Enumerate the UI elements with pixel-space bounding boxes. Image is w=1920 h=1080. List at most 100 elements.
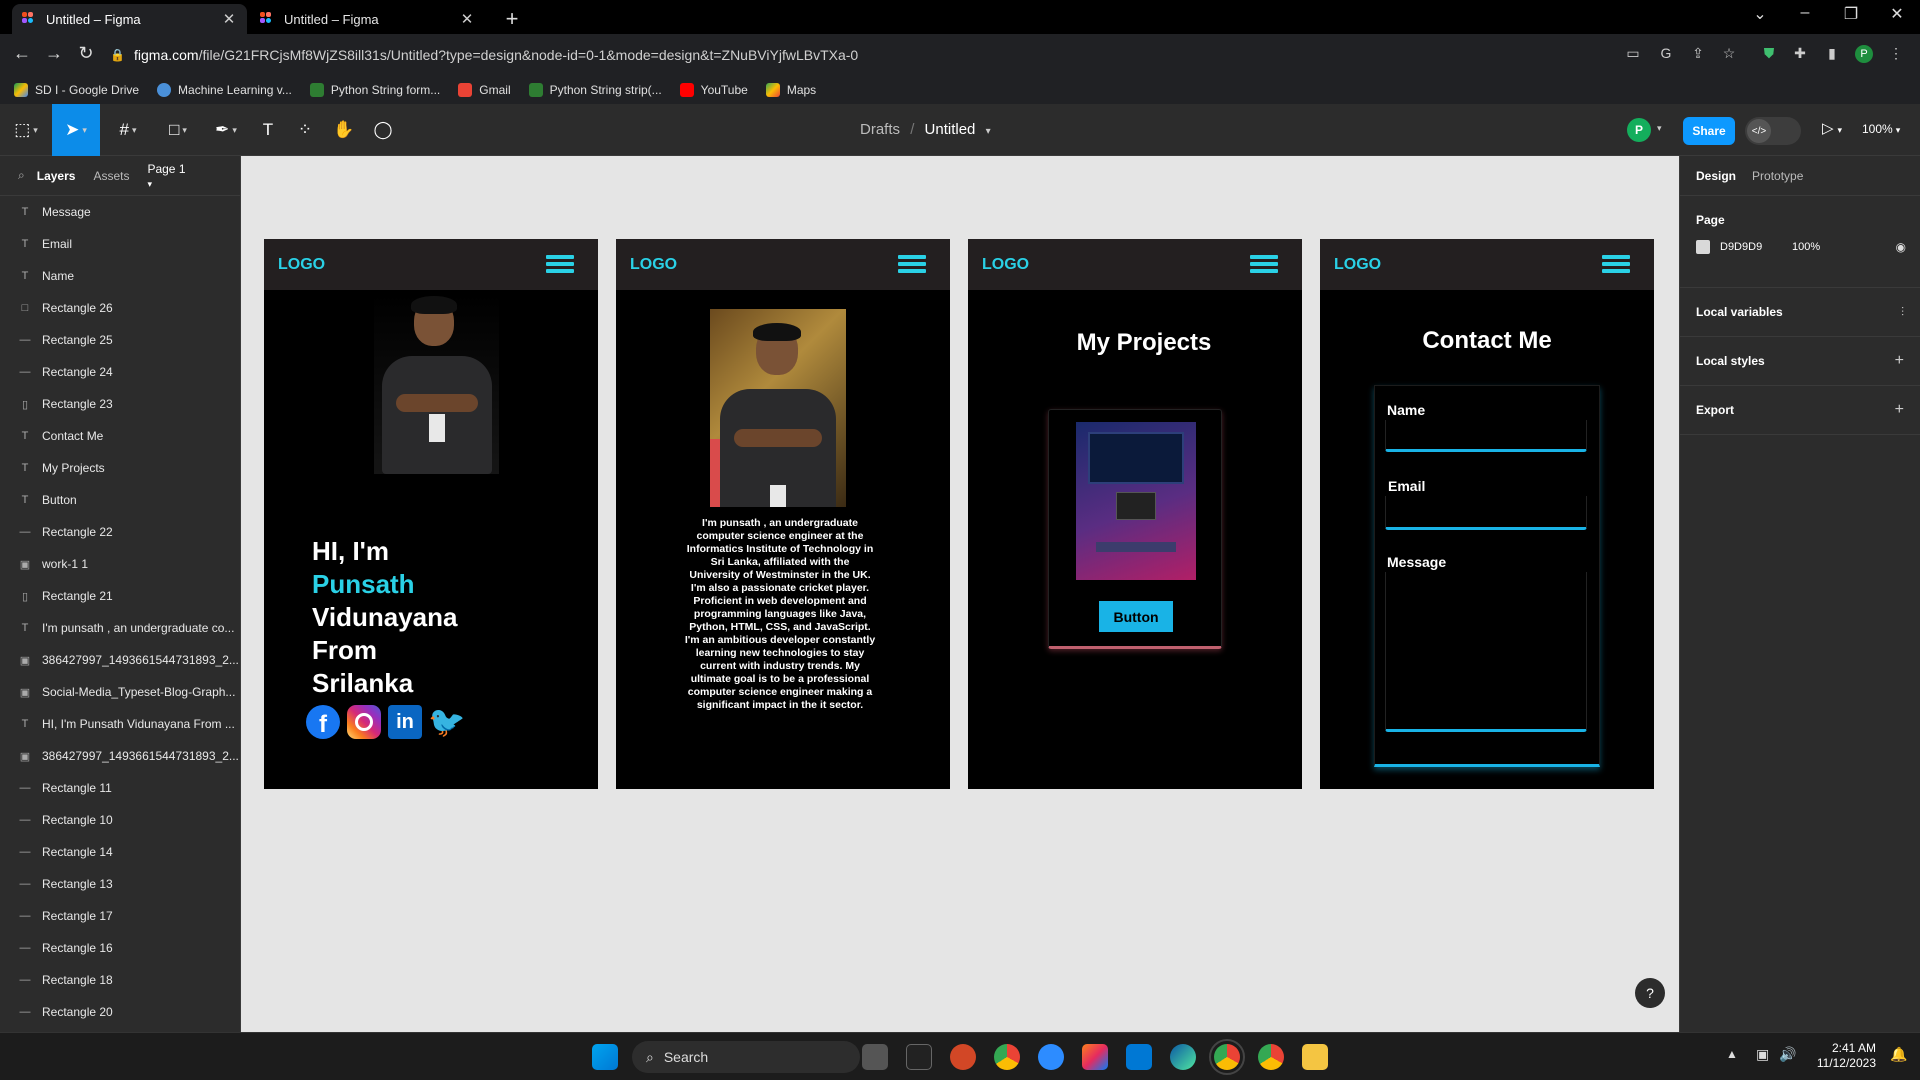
powerpoint-icon[interactable]	[950, 1044, 976, 1070]
eye-icon[interactable]: ◉	[1896, 240, 1906, 254]
clock[interactable]: 2:41 AM 11/12/2023	[1806, 1041, 1876, 1071]
comment-tool-icon[interactable]: ◯	[363, 104, 403, 156]
intellij-icon[interactable]	[1082, 1044, 1108, 1070]
window-close-icon[interactable]: ✕	[1882, 4, 1912, 24]
file-explorer-icon[interactable]	[1302, 1044, 1328, 1070]
back-icon[interactable]: ←	[10, 43, 34, 64]
zoom-app-icon[interactable]	[1038, 1044, 1064, 1070]
share-button[interactable]: Share	[1683, 117, 1735, 145]
bookmark-youtube[interactable]: YouTube	[679, 83, 748, 97]
layer-item[interactable]: T Message	[0, 196, 240, 228]
volume-icon[interactable]: 🔊	[1779, 1046, 1796, 1063]
frame-projects[interactable]: LOGO My Projects Button	[968, 239, 1302, 789]
page-fill-row[interactable]: D9D9D9 100% ◉	[1696, 240, 1906, 254]
chevron-down-icon[interactable]: ▾	[986, 126, 991, 137]
present-icon[interactable]: ▷ ▾	[1822, 119, 1842, 137]
bookmark-star-icon[interactable]: ☆	[1720, 45, 1738, 63]
hamburger-menu-icon[interactable]	[1250, 255, 1278, 276]
layer-item[interactable]: T Button	[0, 484, 240, 516]
close-icon[interactable]: ✕	[221, 10, 237, 28]
layer-item[interactable]: — Rectangle 22	[0, 516, 240, 548]
layer-item[interactable]: T Name	[0, 260, 240, 292]
instagram-icon[interactable]	[347, 705, 381, 739]
chrome-icon[interactable]	[1258, 1044, 1284, 1070]
clipboard-icon[interactable]: ▭	[1624, 45, 1642, 63]
page-selector[interactable]: Page 1 ▾	[147, 162, 224, 190]
layer-item[interactable]: — Rectangle 24	[0, 356, 240, 388]
new-tab-icon[interactable]: +	[500, 6, 524, 32]
search-icon[interactable]: ⌕	[18, 168, 25, 183]
hamburger-menu-icon[interactable]	[898, 255, 926, 276]
layer-item[interactable]: — Rectangle 13	[0, 868, 240, 900]
help-icon[interactable]: ?	[1635, 978, 1665, 1008]
layer-item[interactable]: — Rectangle 25	[0, 324, 240, 356]
network-icon[interactable]: ▣	[1756, 1046, 1769, 1063]
plus-icon[interactable]: +	[1895, 352, 1904, 370]
email-field[interactable]	[1385, 496, 1587, 530]
file-name[interactable]: Untitled	[925, 121, 976, 138]
rectangle-tool-icon[interactable]: □ ▾	[156, 104, 200, 156]
zoom-level[interactable]: 100% ▾	[1862, 122, 1900, 136]
hamburger-menu-icon[interactable]	[546, 255, 574, 276]
hand-tool-icon[interactable]: ✋	[324, 104, 364, 156]
frame-contact[interactable]: LOGO Contact Me Name Email Message	[1320, 239, 1654, 789]
taskbar-search[interactable]: ⌕ Search	[632, 1041, 860, 1073]
tab-figma-1[interactable]: Untitled – Figma ✕	[12, 4, 247, 34]
share-page-icon[interactable]: ⇪	[1689, 45, 1707, 63]
layer-item[interactable]: T Email	[0, 228, 240, 260]
design-canvas[interactable]: LOGO HI, I'm Punsath Vidunayana From Sri…	[241, 156, 1679, 1032]
sliders-icon[interactable]: ⫶	[1901, 305, 1904, 320]
bookmark-maps[interactable]: Maps	[765, 83, 816, 97]
tab-design[interactable]: Design	[1696, 169, 1736, 183]
side-panel-icon[interactable]: ▮	[1823, 45, 1841, 63]
layer-item[interactable]: — Rectangle 20	[0, 996, 240, 1028]
facebook-icon[interactable]: f	[306, 705, 340, 739]
tab-prototype[interactable]: Prototype	[1752, 169, 1803, 183]
profile-avatar-icon[interactable]: P	[1855, 45, 1873, 63]
frame-about[interactable]: LOGO I'm punsath , an undergraduate comp…	[616, 239, 950, 789]
twitter-icon[interactable]: 🐦	[428, 705, 465, 739]
notifications-icon[interactable]: 🔔	[1890, 1046, 1907, 1063]
layer-item[interactable]: ▣ Social-Media_Typeset-Blog-Graph...	[0, 676, 240, 708]
layer-item[interactable]: — Rectangle 14	[0, 836, 240, 868]
bookmark-python-string-format[interactable]: Python String form...	[309, 83, 440, 97]
chrome-profile-icon[interactable]	[1209, 1039, 1245, 1075]
avatar[interactable]: P	[1627, 118, 1651, 142]
project-card[interactable]: Button	[1048, 409, 1222, 649]
tab-layers[interactable]: Layers	[37, 169, 76, 183]
page-opacity-value[interactable]: 100%	[1792, 241, 1820, 253]
project-button[interactable]: Button	[1099, 601, 1173, 632]
bookmark-gmail[interactable]: Gmail	[458, 83, 511, 97]
layer-item[interactable]: ▣ 386427997_1493661544731893_2...	[0, 644, 240, 676]
epic-games-icon[interactable]	[906, 1044, 932, 1070]
layer-item[interactable]: T Contact Me	[0, 420, 240, 452]
layer-item[interactable]: T My Projects	[0, 452, 240, 484]
export-section[interactable]: Export +	[1680, 386, 1920, 435]
frame-tool-icon[interactable]: # ▾	[106, 104, 150, 156]
vscode-icon[interactable]	[1126, 1044, 1152, 1070]
layer-item[interactable]: T HI, I'm Punsath Vidunayana From ...	[0, 708, 240, 740]
layer-item[interactable]: □ Rectangle 26	[0, 292, 240, 324]
extensions-puzzle-icon[interactable]: ✚	[1791, 45, 1809, 63]
shield-extension-icon[interactable]: ⛊	[1760, 45, 1778, 63]
layer-item[interactable]: — Rectangle 17	[0, 900, 240, 932]
local-styles-section[interactable]: Local styles +	[1680, 337, 1920, 386]
windows-start-icon[interactable]	[592, 1044, 618, 1070]
tab-search-chevron-icon[interactable]: ⌄	[1745, 4, 1775, 24]
edge-icon[interactable]	[1170, 1044, 1196, 1070]
chrome-icon[interactable]	[994, 1044, 1020, 1070]
name-field[interactable]	[1385, 420, 1587, 452]
restore-icon[interactable]: ❐	[1836, 4, 1866, 24]
hamburger-menu-icon[interactable]	[1602, 255, 1630, 276]
tab-figma-2[interactable]: Untitled – Figma ✕	[250, 4, 485, 34]
local-variables-section[interactable]: Local variables ⫶	[1680, 288, 1920, 337]
layer-item[interactable]: T I'm punsath , an undergraduate co...	[0, 612, 240, 644]
layer-item[interactable]: ▯ Rectangle 23	[0, 388, 240, 420]
layer-item[interactable]: — Rectangle 18	[0, 964, 240, 996]
menu-dots-icon[interactable]: ⋮	[1887, 45, 1905, 63]
minimize-icon[interactable]: –	[1790, 4, 1820, 22]
chevron-down-icon[interactable]: ▾	[1657, 123, 1662, 134]
color-swatch[interactable]	[1696, 240, 1710, 254]
bookmark-google-drive[interactable]: SD I - Google Drive	[14, 83, 139, 97]
google-icon[interactable]: G	[1657, 45, 1675, 63]
